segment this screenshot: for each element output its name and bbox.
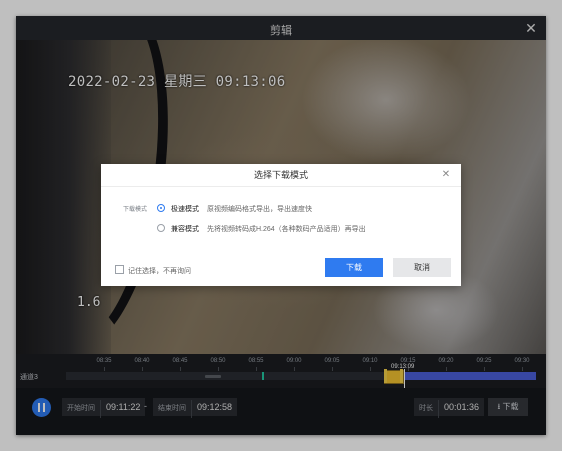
option-name: 极速模式 [171, 206, 199, 213]
download-mode-dialog: 选择下载模式 ✕ 下载模式 极速模式 原视频编码格式导出，导出速度快 兼容模式 … [101, 164, 461, 286]
cancel-button[interactable]: 取消 [393, 258, 451, 277]
radio-unselected-icon[interactable] [157, 224, 165, 232]
option-desc: 先将视频转码成H.264（各种数码产品适用）再导出 [207, 226, 366, 233]
remember-label: 记住选择，不再询问 [128, 268, 191, 275]
option-desc: 原视频编码格式导出，导出速度快 [207, 206, 312, 213]
download-mode-label: 下载模式 [123, 207, 148, 213]
dialog-title: 选择下载模式 [101, 164, 461, 187]
radio-selected-icon[interactable] [157, 204, 165, 212]
dialog-close-icon[interactable]: ✕ [440, 169, 452, 181]
confirm-download-button[interactable]: 下载 [325, 258, 383, 277]
remember-choice[interactable]: 记住选择，不再询问 [115, 265, 191, 276]
remember-checkbox[interactable] [115, 265, 124, 274]
option-name: 兼容模式 [171, 226, 199, 233]
